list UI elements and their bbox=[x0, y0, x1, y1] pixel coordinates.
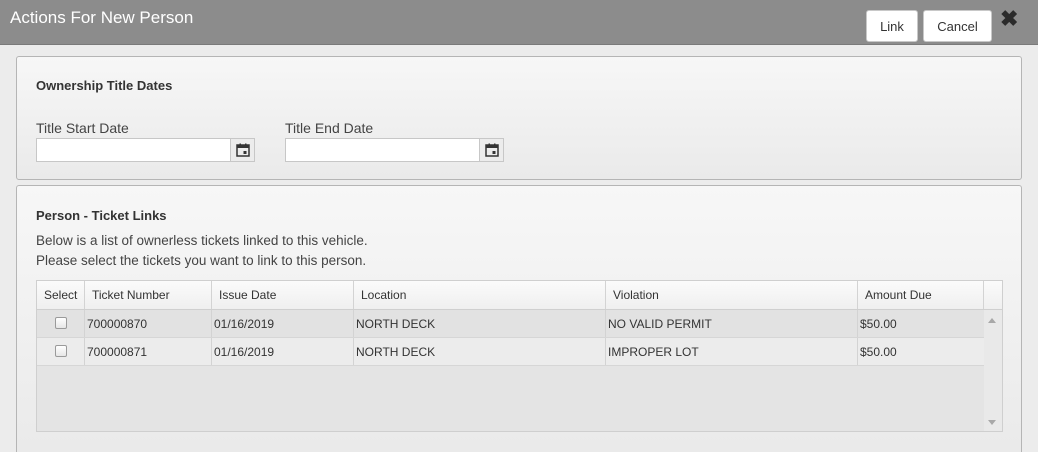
ticket-number-cell: 700000871 bbox=[85, 338, 212, 365]
close-x-icon[interactable]: ✖ bbox=[1000, 8, 1018, 30]
title-end-date-field bbox=[285, 138, 504, 162]
grid-vertical-scrollbar[interactable] bbox=[984, 310, 1002, 431]
issue-date-cell: 01/16/2019 bbox=[212, 310, 354, 337]
title-start-date-field bbox=[36, 138, 255, 162]
column-header-spacer bbox=[984, 281, 1002, 309]
title-end-date-label: Title End Date bbox=[285, 120, 374, 136]
select-cell bbox=[37, 338, 85, 365]
title-end-date-input[interactable] bbox=[286, 139, 480, 161]
link-button[interactable]: Link bbox=[866, 10, 918, 42]
row-select-checkbox[interactable] bbox=[55, 345, 67, 357]
ownership-heading: Ownership Title Dates bbox=[36, 78, 173, 93]
calendar-icon[interactable] bbox=[230, 139, 254, 161]
issue-date-cell: 01/16/2019 bbox=[212, 338, 354, 365]
column-header-location[interactable]: Location bbox=[354, 281, 606, 309]
column-header-select[interactable]: Select bbox=[37, 281, 85, 309]
ticket-links-heading: Person - Ticket Links bbox=[36, 208, 167, 223]
violation-cell: NO VALID PERMIT bbox=[606, 310, 858, 337]
column-header-issue-date[interactable]: Issue Date bbox=[212, 281, 354, 309]
table-row[interactable]: 700000871 01/16/2019 NORTH DECK IMPROPER… bbox=[37, 338, 984, 366]
table-row[interactable]: 700000870 01/16/2019 NORTH DECK NO VALID… bbox=[37, 310, 984, 338]
scroll-down-arrow-icon[interactable] bbox=[988, 420, 996, 425]
ticket-links-description-2: Please select the tickets you want to li… bbox=[36, 253, 367, 268]
location-cell: NORTH DECK bbox=[354, 338, 606, 365]
column-header-amount-due[interactable]: Amount Due bbox=[858, 281, 984, 309]
column-header-violation[interactable]: Violation bbox=[606, 281, 858, 309]
calendar-icon[interactable] bbox=[479, 139, 503, 161]
title-start-date-label: Title Start Date bbox=[36, 120, 129, 136]
dialog-titlebar: Actions For New Person Link Cancel ✖ bbox=[0, 0, 1038, 45]
dialog-title: Actions For New Person bbox=[10, 8, 194, 27]
ownership-title-dates-panel: Ownership Title Dates Title Start Date T… bbox=[16, 56, 1022, 180]
grid-header: Select Ticket Number Issue Date Location… bbox=[37, 281, 1002, 310]
tickets-grid: Select Ticket Number Issue Date Location… bbox=[36, 280, 1003, 432]
location-cell: NORTH DECK bbox=[354, 310, 606, 337]
select-cell bbox=[37, 310, 85, 337]
title-start-date-input[interactable] bbox=[37, 139, 231, 161]
ticket-links-description-1: Below is a list of ownerless tickets lin… bbox=[36, 233, 368, 248]
amount-due-cell: $50.00 bbox=[860, 317, 897, 331]
row-select-checkbox[interactable] bbox=[55, 317, 67, 329]
scroll-up-arrow-icon[interactable] bbox=[988, 318, 996, 323]
ticket-number-cell: 700000870 bbox=[85, 310, 212, 337]
column-header-ticket-number[interactable]: Ticket Number bbox=[85, 281, 212, 309]
person-ticket-links-panel: Person - Ticket Links Below is a list of… bbox=[16, 185, 1022, 452]
amount-due-cell: $50.00 bbox=[860, 345, 897, 359]
violation-cell: IMPROPER LOT bbox=[606, 338, 858, 365]
cancel-button[interactable]: Cancel bbox=[923, 10, 992, 42]
